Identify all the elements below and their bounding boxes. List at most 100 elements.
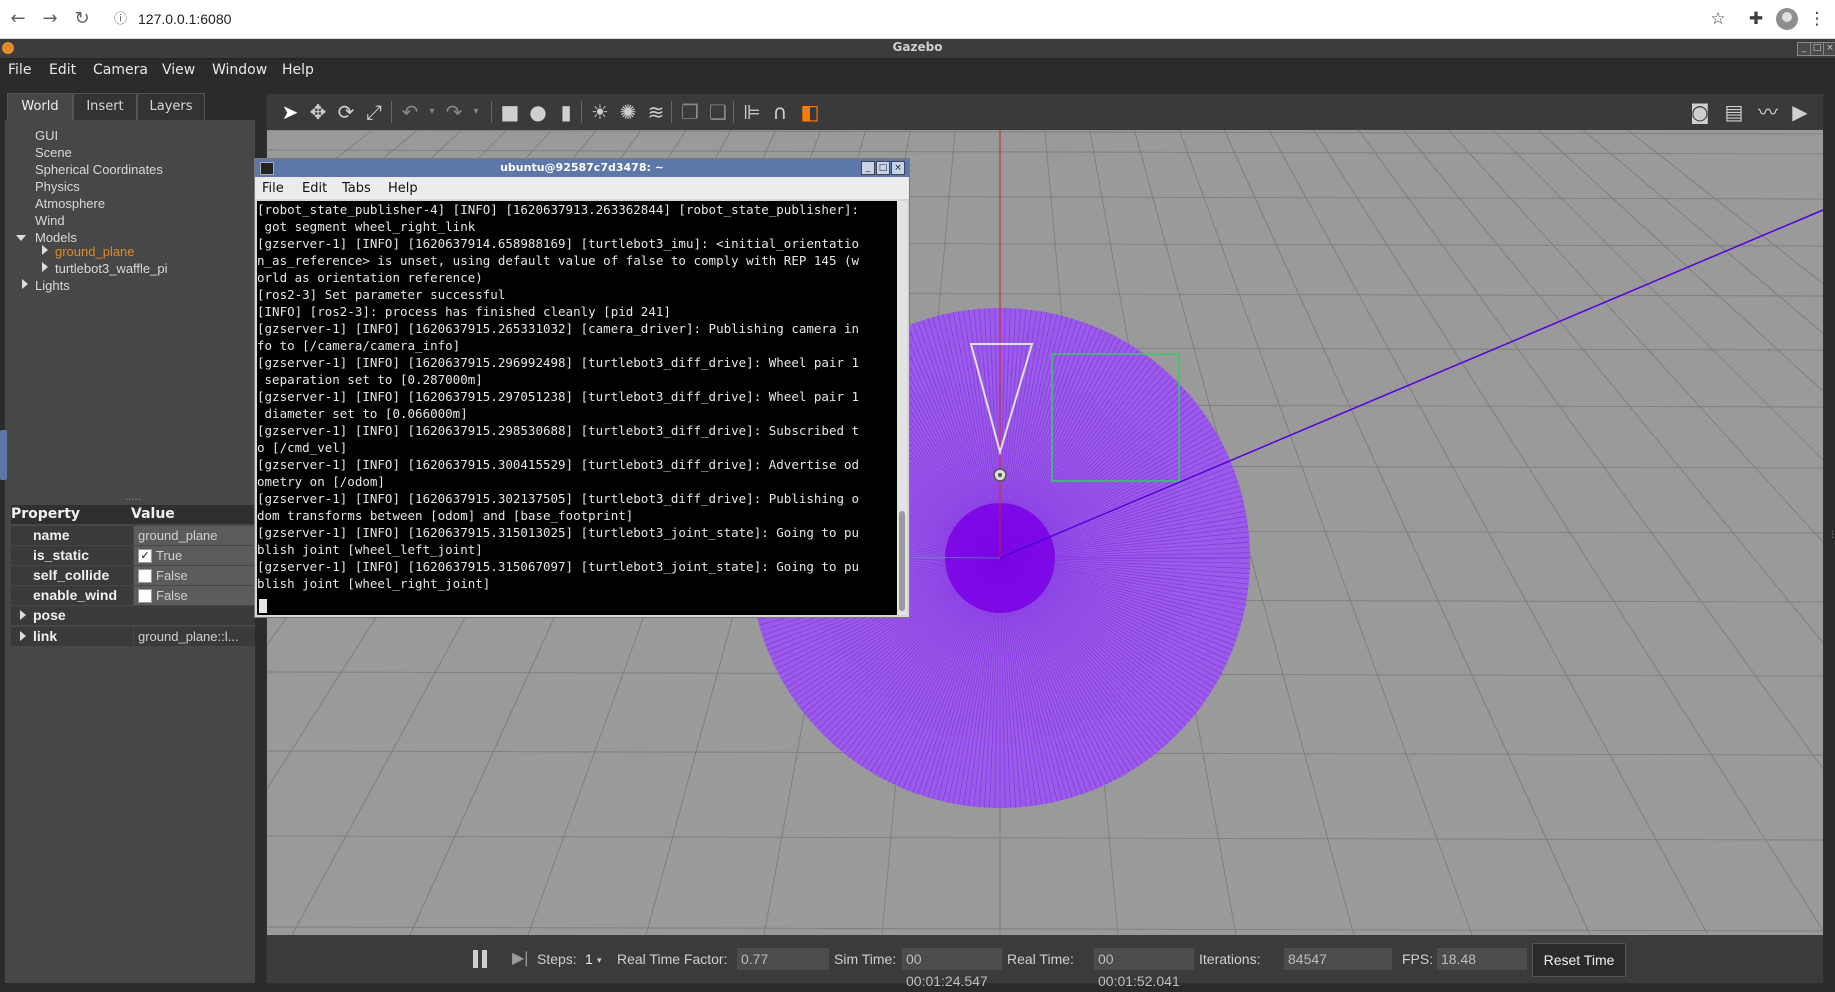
terminal-line: [gzserver-1] [INFO] [1620637915.31506709… xyxy=(257,559,860,574)
reset-time-button[interactable]: Reset Time xyxy=(1532,943,1626,977)
property-row-self-collide[interactable]: self_collide False xyxy=(11,566,255,585)
tab-layers[interactable]: Layers xyxy=(137,93,205,120)
terminal-scroll-thumb[interactable] xyxy=(899,511,905,611)
rotate-mode-icon[interactable]: ⟳ xyxy=(333,99,359,125)
reload-button[interactable]: ↻ xyxy=(70,7,94,31)
terminal-menu-help[interactable]: Help xyxy=(388,181,418,196)
tab-world[interactable]: World xyxy=(7,93,73,120)
enable-wind-checkbox[interactable] xyxy=(138,589,152,603)
iterations-label: Iterations: xyxy=(1199,951,1261,967)
cylinder-shape-icon[interactable]: ▮ xyxy=(553,99,579,125)
is-static-checkbox[interactable]: ✓ xyxy=(138,549,152,563)
iterations-field: 84547 xyxy=(1284,948,1392,970)
terminal-window[interactable]: ubuntu@92587c7d3478: ~ _ □ × File Edit T… xyxy=(254,158,910,618)
change-view-icon[interactable]: ◧ xyxy=(797,99,823,125)
tree-item-lights[interactable]: Lights xyxy=(35,278,70,293)
expand-turtlebot-icon[interactable] xyxy=(42,262,48,272)
property-row-pose[interactable]: pose xyxy=(11,606,255,625)
forward-button[interactable]: → xyxy=(38,7,62,31)
steps-dropdown-icon[interactable]: ▾ xyxy=(597,955,602,966)
bookmark-star-icon[interactable]: ☆ xyxy=(1707,8,1729,30)
terminal-output[interactable]: [robot_state_publisher-4] [INFO] [162063… xyxy=(257,201,897,615)
menu-camera[interactable]: Camera xyxy=(93,62,148,78)
tree-item-spherical-coordinates[interactable]: Spherical Coordinates xyxy=(35,162,163,177)
tree-item-gui[interactable]: GUI xyxy=(35,128,58,143)
menu-file[interactable]: File xyxy=(8,62,31,78)
terminal-minimize-icon[interactable]: _ xyxy=(861,161,875,175)
directional-light-icon[interactable]: ≋ xyxy=(643,99,669,125)
expand-models-icon[interactable] xyxy=(16,235,26,241)
terminal-titlebar[interactable]: ubuntu@92587c7d3478: ~ _ □ × xyxy=(255,159,909,177)
tree-item-wind[interactable]: Wind xyxy=(35,213,65,228)
browser-menu-icon[interactable]: ⋮ xyxy=(1806,8,1828,30)
terminal-line: diameter set to [0.066000m] xyxy=(257,406,468,421)
tree-item-atmosphere[interactable]: Atmosphere xyxy=(35,196,105,211)
terminal-menu-tabs[interactable]: Tabs xyxy=(342,181,371,196)
terminal-menu-edit[interactable]: Edit xyxy=(302,181,327,196)
scale-mode-icon[interactable]: ⤢ xyxy=(361,99,387,125)
minimize-icon[interactable]: _ xyxy=(1797,42,1811,56)
rtf-field: 0.77 xyxy=(737,948,829,970)
tree-item-physics[interactable]: Physics xyxy=(35,179,80,194)
menu-edit[interactable]: Edit xyxy=(49,62,76,78)
close-icon[interactable]: × xyxy=(1823,42,1835,56)
box-shape-icon[interactable]: ■ xyxy=(497,99,523,125)
steps-value[interactable]: 1 xyxy=(585,951,593,967)
terminal-line: [robot_state_publisher-4] [INFO] [162063… xyxy=(257,202,860,217)
tab-insert[interactable]: Insert xyxy=(73,93,137,120)
property-value: False xyxy=(156,568,188,583)
snap-icon[interactable]: ∩ xyxy=(767,99,793,125)
sphere-shape-icon[interactable]: ● xyxy=(525,99,551,125)
self-collide-checkbox[interactable] xyxy=(138,569,152,583)
step-icon[interactable]: ▶| xyxy=(512,950,528,968)
address-bar[interactable]: ⓘ 127.0.0.1:6080 xyxy=(106,6,1706,32)
redo-dropdown-icon[interactable]: ▾ xyxy=(463,99,489,125)
terminal-maximize-icon[interactable]: □ xyxy=(876,161,890,175)
property-row-link[interactable]: link ground_plane::l... xyxy=(11,627,255,646)
maximize-icon[interactable]: □ xyxy=(1810,42,1824,56)
real-time-field: 00 00:01:52.041 xyxy=(1094,948,1194,989)
property-row-name[interactable]: name ground_plane xyxy=(11,526,255,545)
translate-mode-icon[interactable]: ✥ xyxy=(305,99,331,125)
terminal-menubar: File Edit Tabs Help xyxy=(255,177,909,199)
terminal-scrollbar[interactable] xyxy=(897,201,907,615)
video-record-icon[interactable]: ▶ xyxy=(1787,99,1813,125)
point-light-icon[interactable]: ☀ xyxy=(587,99,613,125)
spot-light-icon[interactable]: ✺ xyxy=(615,99,641,125)
terminal-close-icon[interactable]: × xyxy=(891,161,905,175)
profile-avatar[interactable] xyxy=(1776,8,1798,30)
tree-item-turtlebot3[interactable]: turtlebot3_waffle_pi xyxy=(55,261,168,276)
site-info-icon[interactable]: ⓘ xyxy=(114,6,127,32)
menu-window[interactable]: Window xyxy=(212,62,267,78)
property-row-enable-wind[interactable]: enable_wind False xyxy=(11,586,255,605)
expand-ground-plane-icon[interactable] xyxy=(42,245,48,255)
tree-item-ground-plane[interactable]: ground_plane xyxy=(55,244,135,259)
tree-item-models[interactable]: Models xyxy=(35,230,77,245)
extensions-icon[interactable]: ✚ xyxy=(1745,8,1767,30)
paste-icon[interactable]: ❏ xyxy=(705,99,731,125)
select-mode-icon[interactable]: ➤ xyxy=(277,99,303,125)
screenshot-icon[interactable]: ◙ xyxy=(1687,99,1713,125)
menu-help[interactable]: Help xyxy=(282,62,314,78)
expand-pose-icon[interactable] xyxy=(20,610,26,620)
align-icon[interactable]: ⊫ xyxy=(739,99,765,125)
pause-icon[interactable] xyxy=(473,950,487,968)
expand-link-icon[interactable] xyxy=(20,631,26,641)
expand-lights-icon[interactable] xyxy=(22,279,28,289)
simulation-status-bar: ▶| Steps: 1 ▾ Real Time Factor: 0.77 Sim… xyxy=(267,935,1823,989)
plot-icon[interactable]: 〰 xyxy=(1755,99,1781,125)
log-icon[interactable]: ▤ xyxy=(1721,99,1747,125)
panel-collapse-handle[interactable] xyxy=(0,430,7,480)
right-panel-handle[interactable]: ⋮ xyxy=(1828,530,1835,550)
tree-item-scene[interactable]: Scene xyxy=(35,145,72,160)
copy-icon[interactable]: ❐ xyxy=(677,99,703,125)
terminal-line: orld as orientation reference) xyxy=(257,270,483,285)
grid-line xyxy=(267,835,1823,841)
terminal-line: [gzserver-1] [INFO] [1620637915.26533103… xyxy=(257,321,860,336)
browser-toolbar: ← → ↻ ⓘ 127.0.0.1:6080 ☆ ✚ ⋮ xyxy=(0,0,1835,39)
menu-view[interactable]: View xyxy=(162,62,195,78)
terminal-line: [gzserver-1] [INFO] [1620637915.29853068… xyxy=(257,423,860,438)
terminal-menu-file[interactable]: File xyxy=(262,181,284,196)
back-button[interactable]: ← xyxy=(6,7,30,31)
property-row-is-static[interactable]: is_static ✓ True xyxy=(11,546,255,565)
